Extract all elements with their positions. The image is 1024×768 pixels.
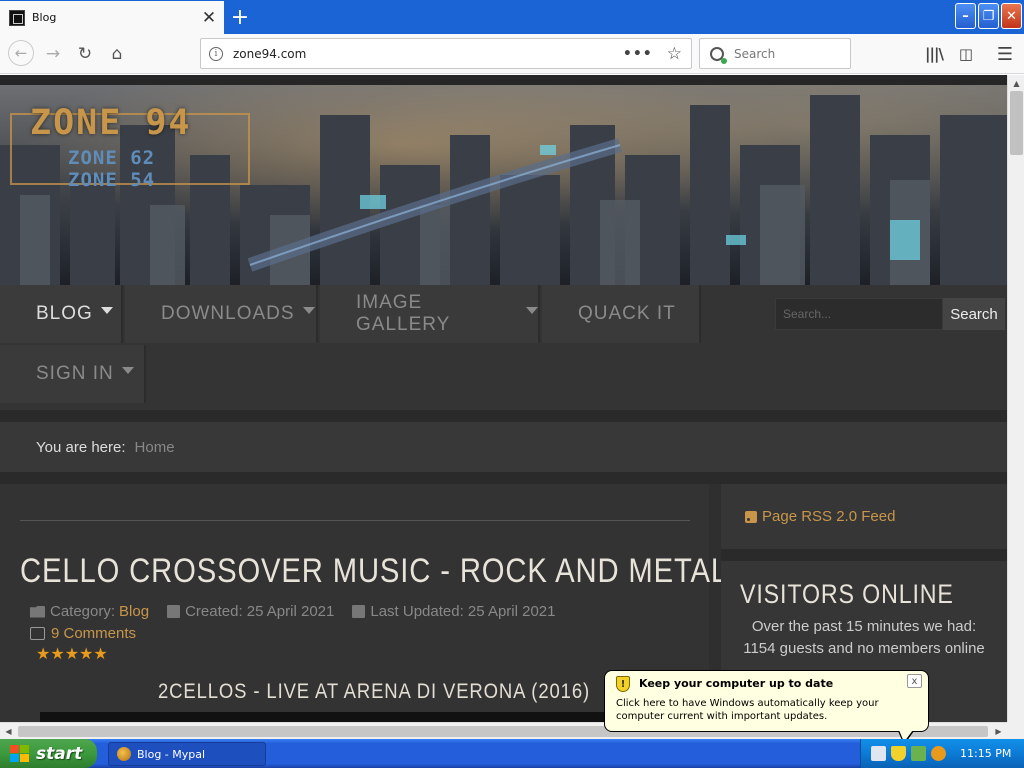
chevron-down-icon <box>100 306 113 314</box>
library-icon[interactable]: |||\ <box>924 44 944 64</box>
main-menu: BLOG DOWNLOADS IMAGE GALLERY QUACK IT SI… <box>0 285 1007 410</box>
rss-icon <box>745 510 757 523</box>
visitors-title: VISITORS ONLINE <box>740 579 954 609</box>
tab-blog[interactable]: Blog ✕ <box>0 1 224 34</box>
category-label: Category: <box>50 603 116 620</box>
network-icon[interactable] <box>911 746 926 761</box>
menu-signin-label: SIGN IN <box>36 363 114 384</box>
article-title[interactable]: CELLO CROSSOVER MUSIC - ROCK AND METAL <box>20 552 728 591</box>
hamburger-menu-icon[interactable]: ☰ <box>995 44 1015 65</box>
browser-tab-bar: Blog ✕ + – ❐ ✕ <box>0 0 1024 34</box>
chevron-down-icon <box>121 366 134 374</box>
taskbar: start Blog - Mypal 11:15 PM <box>0 739 1024 768</box>
reload-button[interactable]: ↻ <box>73 42 97 66</box>
article: CELLO CROSSOVER MUSIC - ROCK AND METAL C… <box>0 484 727 722</box>
taskbar-item-label: Blog - Mypal <box>137 747 206 761</box>
tab-title: Blog <box>32 11 57 24</box>
close-tab-icon[interactable]: ✕ <box>198 7 220 29</box>
chevron-down-icon <box>526 306 538 314</box>
breadcrumb-home: Home <box>134 438 175 456</box>
divider <box>0 410 1007 422</box>
chevron-down-icon <box>302 306 315 314</box>
rating-stars[interactable]: ★★★★★ <box>36 644 108 663</box>
clock[interactable]: 11:15 PM <box>960 747 1011 760</box>
page-viewport: ZONE 94 ZONE 62 ZONE 54 BLOG DOWNLOADS I… <box>0 75 1007 722</box>
menu-item-downloads[interactable]: DOWNLOADS <box>125 285 318 343</box>
update-notification-balloon[interactable]: ! Keep your computer up to date x Click … <box>604 670 929 732</box>
forward-button[interactable]: → <box>41 42 65 66</box>
menu-downloads-label: DOWNLOADS <box>161 303 295 324</box>
video-embed[interactable] <box>40 712 670 722</box>
balloon-title: Keep your computer up to date <box>639 677 834 690</box>
search-tray-icon[interactable] <box>931 746 946 761</box>
breadcrumb: You are here: Home <box>0 422 1007 472</box>
calendar-icon <box>167 605 181 618</box>
menu-item-sign-in[interactable]: SIGN IN <box>0 345 146 403</box>
windows-logo-icon <box>10 744 30 763</box>
scroll-up-icon[interactable]: ▲ <box>1008 75 1024 91</box>
balloon-text[interactable]: Click here to have Windows automatically… <box>616 697 921 723</box>
menu-item-image-gallery[interactable]: IMAGE GALLERY <box>320 285 540 343</box>
comment-icon <box>30 627 45 640</box>
article-meta: Category: Blog Created: 25 April 2021 La… <box>30 603 556 620</box>
menu-quack-label: QUACK IT <box>578 303 676 324</box>
browser-toolbar: ← → ↻ ⌂ i zone94.com ••• ☆ Search |||\ ◫… <box>0 34 1024 74</box>
comments-count: 9 Comments <box>51 625 137 642</box>
vertical-scroll-thumb[interactable] <box>1010 91 1023 155</box>
article-divider <box>20 520 690 521</box>
logo-sub-2: ZONE 54 <box>68 169 156 191</box>
breadcrumb-label: You are here: <box>36 438 126 456</box>
sidebar-toggle-icon[interactable]: ◫ <box>956 44 976 64</box>
home-button[interactable]: ⌂ <box>105 42 129 66</box>
category-link[interactable]: Blog <box>119 603 149 620</box>
header-banner: ZONE 94 ZONE 62 ZONE 54 <box>0 85 1007 285</box>
created-date: Created: 25 April 2021 <box>185 603 335 620</box>
site-search-button[interactable]: Search <box>943 298 1005 330</box>
taskbar-item-mypal[interactable]: Blog - Mypal <box>108 742 266 766</box>
calendar-icon <box>352 605 366 618</box>
scroll-left-icon[interactable]: ◀ <box>0 723 17 739</box>
url-text[interactable]: zone94.com <box>233 47 623 61</box>
scroll-right-icon[interactable]: ▶ <box>990 723 1007 739</box>
new-tab-button[interactable]: + <box>226 4 254 30</box>
folder-icon <box>30 605 45 618</box>
info-icon[interactable]: i <box>209 46 223 61</box>
close-icon[interactable]: x <box>907 674 922 688</box>
system-tray: 11:15 PM <box>860 739 1024 768</box>
shield-icon: ! <box>616 676 630 692</box>
menu-gallery-label: IMAGE GALLERY <box>356 292 451 335</box>
search-icon <box>710 46 727 64</box>
page-actions-menu-icon[interactable]: ••• <box>623 46 653 62</box>
close-window-button[interactable]: ✕ <box>1001 3 1022 29</box>
menu-blog-label: BLOG <box>36 303 93 324</box>
menu-item-blog[interactable]: BLOG <box>0 285 123 343</box>
divider <box>0 472 1007 484</box>
mypal-browser-icon <box>117 747 131 761</box>
site-logo[interactable]: ZONE 94 <box>30 103 192 143</box>
security-shield-icon[interactable] <box>891 746 906 761</box>
minimize-window-button[interactable]: – <box>955 3 976 29</box>
video-title: 2CELLOS - LIVE AT ARENA DI VERONA (2016) <box>158 680 591 703</box>
browser-search-input[interactable]: Search <box>699 38 851 69</box>
start-label: start <box>36 743 83 764</box>
maximize-window-button[interactable]: ❐ <box>978 3 999 29</box>
scrollbar-corner <box>1007 722 1024 739</box>
search-placeholder: Search <box>734 46 776 61</box>
rss-feed-link[interactable]: Page RSS 2.0 Feed <box>721 484 1007 549</box>
site-favicon-icon <box>9 9 25 26</box>
rss-label: Page RSS 2.0 Feed <box>762 508 896 525</box>
comments-link[interactable]: 9 Comments <box>30 625 136 642</box>
vertical-scrollbar[interactable]: ▲ <box>1007 75 1024 722</box>
menu-item-quack-it[interactable]: QUACK IT <box>542 285 701 343</box>
logo-sub-1: ZONE 62 <box>68 147 156 169</box>
back-button[interactable]: ← <box>8 40 34 66</box>
start-button[interactable]: start <box>0 739 97 768</box>
keyboard-icon[interactable] <box>871 746 886 761</box>
address-bar[interactable]: i zone94.com ••• ☆ <box>200 38 692 69</box>
updated-date: Last Updated: 25 April 2021 <box>370 603 556 620</box>
visitors-text: Over the past 15 minutes we had: 1154 gu… <box>743 618 985 657</box>
site-search-input[interactable]: Search... <box>775 298 943 330</box>
bookmark-star-icon[interactable]: ☆ <box>667 44 682 64</box>
top-strip <box>0 75 1007 85</box>
